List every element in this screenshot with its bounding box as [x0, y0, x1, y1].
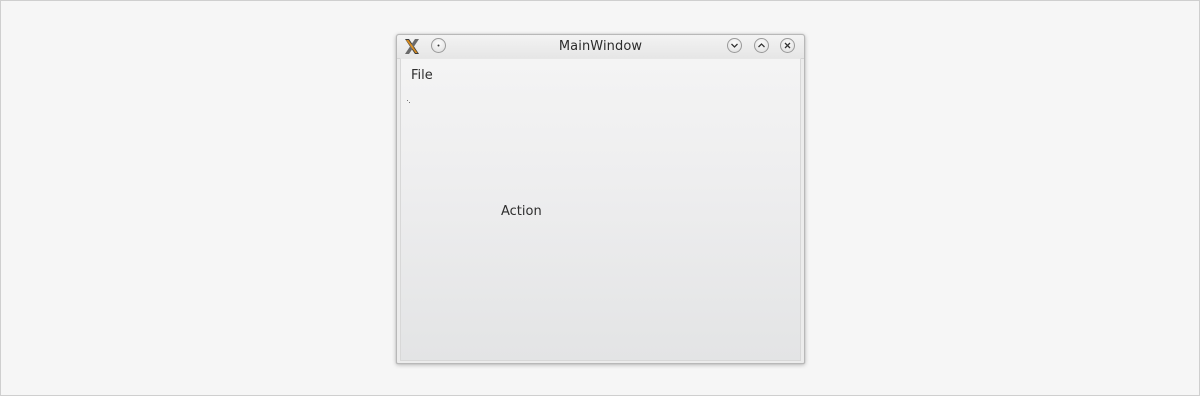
maximize-icon — [758, 43, 765, 48]
window-title: MainWindow — [558, 39, 643, 54]
menu-bar: File — [401, 59, 800, 89]
minimize-icon — [731, 43, 738, 48]
desktop: MainWindow File Action — [0, 0, 1200, 396]
close-icon — [784, 42, 791, 49]
window-client-area: File Action — [400, 58, 801, 361]
close-button[interactable] — [780, 38, 795, 53]
menu-file[interactable]: File — [411, 68, 433, 83]
minimize-button[interactable] — [727, 38, 742, 53]
title-bar[interactable]: MainWindow — [397, 35, 804, 59]
toolbar-grip-icon[interactable] — [406, 92, 414, 103]
main-window: MainWindow File Action — [396, 34, 805, 364]
maximize-button[interactable] — [754, 38, 769, 53]
action-label[interactable]: Action — [501, 204, 542, 219]
